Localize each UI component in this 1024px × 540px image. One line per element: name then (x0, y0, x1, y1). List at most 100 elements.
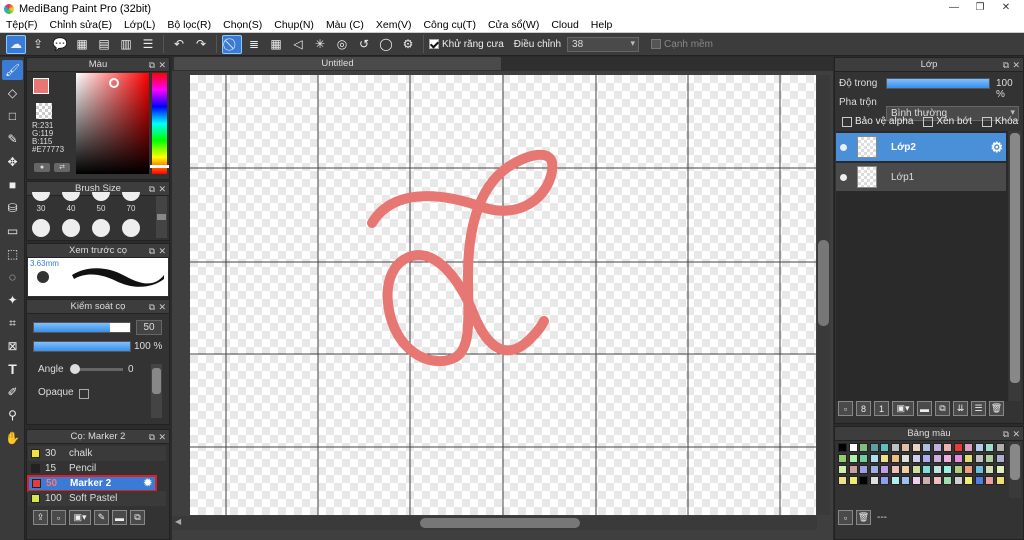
maximize-button[interactable]: ❐ (966, 0, 994, 15)
close-icon[interactable]: ✕ (1012, 427, 1020, 441)
menu-filter[interactable]: Bộ lọc(R) (161, 19, 217, 31)
menu-file[interactable]: Tệp(F) (0, 19, 44, 31)
menu-view[interactable]: Xem(V) (370, 19, 418, 31)
hue-indicator[interactable] (150, 165, 169, 168)
menu-select[interactable]: Chọn(S) (217, 19, 268, 31)
duplicate-layer-icon[interactable]: ⧉ (935, 401, 950, 416)
menu-help[interactable]: Help (585, 19, 619, 31)
hand-icon[interactable]: ✋ (2, 428, 23, 448)
color-swatch[interactable] (964, 465, 973, 474)
brush-size-dot-large[interactable] (32, 219, 50, 237)
close-button[interactable]: ✕ (992, 0, 1020, 15)
protect-alpha-option[interactable]: Bảo vệ alpha (842, 116, 913, 127)
scroll-left-icon[interactable]: ◀ (175, 517, 181, 526)
color-swatch[interactable] (911, 476, 921, 485)
delete-swatch-icon[interactable]: 🗑 (856, 510, 871, 525)
popout-icon[interactable]: ⧉ (149, 430, 155, 444)
visibility-icon[interactable] (840, 173, 847, 181)
color-swatch[interactable] (859, 443, 868, 452)
radial-icon[interactable]: ✳ (310, 35, 330, 54)
grid-layout-icon[interactable]: ▦ (72, 35, 92, 54)
color-swatch[interactable] (964, 443, 973, 452)
color-swatch[interactable] (953, 465, 963, 474)
color-swatch[interactable] (880, 454, 889, 463)
delete-layer-icon[interactable]: 🗑 (989, 401, 1004, 416)
fill-rect-icon[interactable]: ■ (2, 175, 23, 195)
color-swatch[interactable] (859, 454, 868, 463)
clipping-checkbox[interactable] (923, 116, 934, 127)
bucket-icon[interactable]: ⛁ (2, 198, 23, 218)
layer-menu-icon[interactable]: ☰ (971, 401, 986, 416)
color-swatch[interactable] (901, 465, 910, 474)
transparent-color-swatch[interactable] (36, 103, 52, 119)
color-swatch[interactable] (838, 443, 847, 452)
merge-layer-icon[interactable]: ⇊ (953, 401, 968, 416)
select-pen-icon[interactable]: ⌗ (2, 313, 23, 333)
color-swap-button[interactable]: ⇄ (54, 163, 70, 172)
color-swatch[interactable] (848, 465, 858, 474)
magic-wand-icon[interactable]: ✦ (2, 290, 23, 310)
layer-folder-icon[interactable]: ▬ (917, 401, 932, 416)
dropper-icon[interactable]: ✐ (2, 382, 23, 402)
close-icon[interactable]: ✕ (158, 58, 166, 72)
brush-size-slider[interactable] (33, 322, 131, 333)
brush-size-dot[interactable] (32, 192, 50, 201)
new-layer-1bit-icon[interactable]: 1 (874, 401, 889, 416)
redo-icon[interactable]: ↷ (191, 35, 211, 54)
color-swatch[interactable] (985, 454, 994, 463)
brush-list-item[interactable]: 15 Pencil (28, 461, 166, 476)
color-swatch[interactable] (901, 443, 910, 452)
save-icon[interactable]: ⇪ (28, 35, 48, 54)
move-icon[interactable]: ✥ (2, 152, 23, 172)
color-swatch[interactable] (985, 443, 994, 452)
color-swatch[interactable] (922, 443, 931, 452)
color-swatch[interactable] (890, 465, 900, 474)
clipping-option[interactable]: Xén bớt (923, 116, 972, 127)
brush-list-item[interactable]: 30 chalk (28, 446, 166, 461)
menu-tools[interactable]: Công cụ(T) (417, 19, 482, 31)
color-swatch[interactable] (880, 476, 889, 485)
document-tab[interactable]: Untitled (174, 57, 501, 70)
snap-icon[interactable]: ☁ (6, 34, 26, 54)
layer-opacity-slider[interactable] (886, 78, 990, 89)
color-picker-cursor[interactable] (109, 78, 119, 88)
parallel-icon[interactable]: ≣ (244, 35, 264, 54)
vanishing-icon[interactable]: ◁ (288, 35, 308, 54)
drawing-canvas[interactable] (190, 75, 816, 515)
close-icon[interactable]: ✕ (158, 300, 166, 314)
add-swatch-icon[interactable]: ▫ (838, 510, 853, 525)
undo-icon[interactable]: ↶ (169, 35, 189, 54)
ellipse-icon[interactable]: ◯ (376, 35, 396, 54)
close-icon[interactable]: ✕ (158, 182, 166, 196)
rectangle-icon[interactable]: □ (2, 106, 23, 126)
circle-icon[interactable]: ◎ (332, 35, 352, 54)
layer-settings-icon[interactable]: ⚙ (990, 139, 1003, 156)
brush-size-dot[interactable] (92, 192, 110, 201)
canvas-vertical-scroll-thumb[interactable] (818, 240, 829, 326)
brush-settings-icon[interactable]: ✹ (144, 478, 152, 489)
color-swatch[interactable] (943, 465, 952, 474)
popout-icon[interactable]: ⧉ (149, 58, 155, 72)
edge-checkbox[interactable] (651, 39, 662, 49)
menu-layer[interactable]: Lớp(L) (118, 19, 161, 31)
select-rect-icon[interactable]: ⬚ (2, 244, 23, 264)
color-swatch[interactable] (901, 454, 910, 463)
color-swatch[interactable] (859, 465, 868, 474)
color-swatch[interactable] (880, 465, 889, 474)
color-swatch[interactable] (890, 476, 900, 485)
color-swatch[interactable] (932, 443, 942, 452)
eyedropper-icon[interactable]: ⚲ (2, 405, 23, 425)
close-icon[interactable]: ✕ (158, 244, 166, 258)
color-swatch[interactable] (974, 454, 984, 463)
new-brush-icon[interactable]: ▫ (51, 510, 66, 525)
color-mode-button[interactable]: ● (34, 163, 50, 172)
protect-alpha-checkbox[interactable] (842, 116, 852, 127)
eraser-icon[interactable]: ◇ (2, 83, 23, 103)
popout-icon[interactable]: ⧉ (1003, 58, 1009, 72)
color-swatch[interactable] (974, 465, 984, 474)
color-swatch[interactable] (869, 443, 879, 452)
visibility-icon[interactable] (840, 143, 847, 151)
popout-icon[interactable]: ⧉ (149, 300, 155, 314)
popout-icon[interactable]: ⧉ (149, 244, 155, 258)
color-swatch[interactable] (974, 476, 984, 485)
